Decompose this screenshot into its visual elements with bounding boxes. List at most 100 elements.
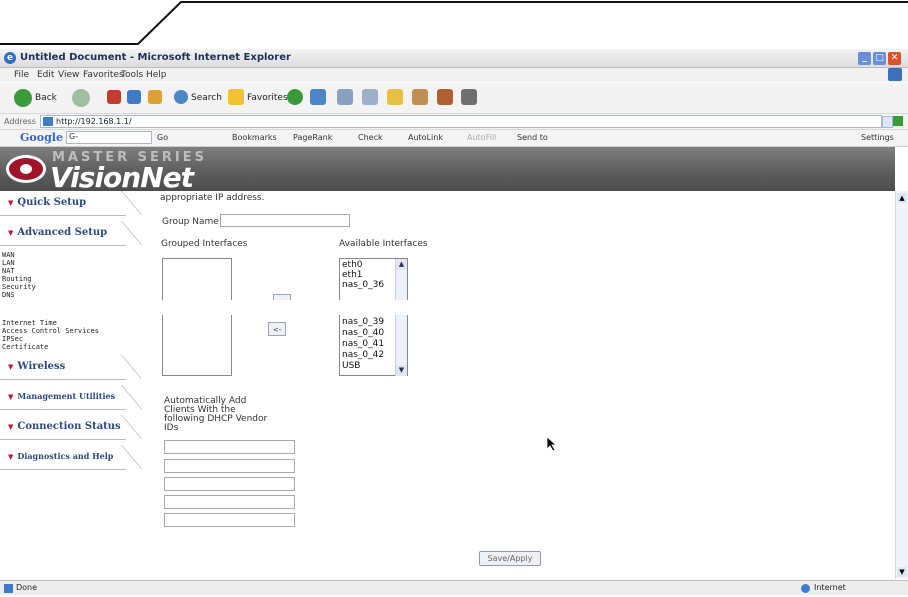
sidebar-connection-status[interactable]: ▼ Connection Status: [0, 415, 126, 440]
menu-help[interactable]: Help: [146, 70, 167, 80]
arrow-icon: ▼: [8, 362, 14, 371]
check-button[interactable]: Check: [358, 133, 383, 142]
scroll-down-icon[interactable]: ▼: [897, 567, 907, 577]
pagerank-button[interactable]: PageRank: [293, 133, 332, 142]
menu-file[interactable]: File: [14, 70, 29, 80]
grouped-interfaces-list[interactable]: [162, 258, 232, 300]
brand-name: VisionNet: [50, 161, 194, 194]
google-logo: Google: [20, 131, 63, 144]
interface-option[interactable]: nas_0_39: [342, 317, 384, 327]
grouped-interfaces-list-lower[interactable]: [162, 315, 232, 376]
sidebar-item-nat[interactable]: NAT: [2, 267, 15, 275]
page-scrollbar[interactable]: ▲ ▼: [895, 191, 908, 579]
refresh-icon[interactable]: [127, 90, 141, 104]
sidebar-advanced-setup[interactable]: ▼ Advanced Setup: [0, 221, 126, 246]
vendor-id-input-2[interactable]: [164, 459, 295, 473]
windows-flag-icon: [888, 68, 902, 81]
interface-option[interactable]: nas_0_41: [342, 339, 384, 349]
edit-icon[interactable]: [362, 89, 378, 105]
interface-option[interactable]: nas_0_42: [342, 350, 384, 360]
google-search-input[interactable]: G-: [66, 131, 152, 144]
search-button[interactable]: Search: [191, 93, 222, 103]
arrow-icon: ▼: [8, 392, 14, 401]
search-icon[interactable]: [174, 90, 188, 104]
research-icon[interactable]: [437, 89, 453, 105]
advanced-setup-text: Advanced Setup: [17, 227, 108, 238]
group-name-input[interactable]: [220, 214, 350, 227]
sidebar-item-certificate[interactable]: Certificate: [2, 343, 48, 351]
sidebar-advanced-setup-label: ▼ Advanced Setup: [8, 227, 107, 238]
vendor-id-input-4[interactable]: [164, 495, 295, 509]
internet-zone-icon: [801, 584, 810, 593]
interface-option[interactable]: nas_0_40: [342, 328, 384, 338]
sidebar-item-ipsec[interactable]: IPSec: [2, 335, 23, 343]
main-content-lower: <- nas_0_39 nas_0_40 nas_0_41 nas_0_42 U…: [158, 315, 895, 579]
bookmarks-button[interactable]: Bookmarks: [232, 133, 277, 142]
arrow-icon: ▼: [8, 198, 14, 207]
menu-favorites[interactable]: Favorites: [83, 70, 124, 80]
interface-option[interactable]: nas_0_36: [342, 280, 384, 290]
autolink-button[interactable]: AutoLink: [408, 133, 443, 142]
window-title: Untitled Document - Microsoft Internet E…: [20, 52, 291, 63]
vendor-id-input-3[interactable]: [164, 477, 295, 491]
autofill-button[interactable]: AutoFill: [467, 133, 496, 142]
sidebar-item-security[interactable]: Security: [2, 283, 36, 291]
available-interfaces-list-lower[interactable]: nas_0_39 nas_0_40 nas_0_41 nas_0_42 USB …: [339, 315, 408, 376]
address-input[interactable]: http://192.168.1.1/: [40, 115, 882, 128]
page-done-icon: [4, 584, 13, 593]
forward-arrow-icon[interactable]: [72, 89, 90, 107]
mail-icon[interactable]: [310, 89, 326, 105]
sidebar-item-dns[interactable]: DNS: [2, 291, 15, 297]
sidebar-wireless[interactable]: ▼ Wireless: [0, 355, 126, 380]
sidebar-item-internet-time[interactable]: Internet Time: [2, 319, 57, 327]
sidebar-wireless-label: ▼ Wireless: [8, 361, 65, 372]
save-apply-button[interactable]: Save/Apply: [479, 551, 541, 566]
vendor-id-input-1[interactable]: [164, 440, 295, 454]
address-dropdown-icon[interactable]: [882, 116, 893, 128]
favorites-button[interactable]: Favorites: [247, 93, 288, 103]
vendor-id-input-5[interactable]: [164, 513, 295, 527]
go-arrow-icon[interactable]: [893, 116, 903, 126]
sidebar-item-lan[interactable]: LAN: [2, 259, 15, 267]
sidebar-item-routing[interactable]: Routing: [2, 275, 32, 283]
maximize-icon[interactable]: □: [873, 52, 886, 65]
scroll-up-icon[interactable]: ▲: [396, 259, 407, 270]
router-header: MASTER SERIES VisionNet: [0, 147, 895, 194]
scroll-up-icon[interactable]: ▲: [897, 193, 907, 203]
google-go-button[interactable]: Go: [157, 133, 168, 142]
sidebar-item-wan[interactable]: WAN: [2, 251, 15, 259]
send-to-button[interactable]: Send to: [517, 133, 548, 142]
sidebar-management-label: ▼ Management Utilities: [8, 391, 115, 401]
eye-logo-icon: [6, 155, 46, 183]
stop-icon[interactable]: [107, 90, 121, 104]
move-left-button[interactable]: <-: [268, 322, 286, 336]
sidebar-quick-setup[interactable]: ▼ Quick Setup: [0, 191, 126, 216]
home-icon[interactable]: [148, 90, 162, 104]
page-decoration: [0, 0, 908, 48]
history-icon[interactable]: [287, 89, 303, 105]
menu-tools[interactable]: Tools: [121, 70, 143, 80]
folder-icon[interactable]: [387, 89, 403, 105]
sidebar-item-access-control[interactable]: Access Control Services: [2, 327, 99, 335]
intro-text: appropriate IP address.: [160, 193, 265, 203]
sidebar-diagnostics-help[interactable]: ▼ Diagnostics and Help: [0, 445, 126, 470]
messenger-icon[interactable]: [412, 89, 428, 105]
sidebar-management-utilities[interactable]: ▼ Management Utilities: [0, 385, 126, 410]
media-icon[interactable]: [461, 89, 477, 105]
interface-option[interactable]: eth0: [342, 260, 363, 270]
print-icon[interactable]: [337, 89, 353, 105]
settings-button[interactable]: Settings: [861, 133, 894, 142]
back-arrow-icon[interactable]: [14, 89, 32, 107]
interface-option[interactable]: USB: [342, 361, 360, 371]
scroll-down-icon[interactable]: ▼: [396, 365, 407, 376]
menu-view[interactable]: View: [58, 70, 79, 80]
menu-edit[interactable]: Edit: [37, 70, 54, 80]
available-interfaces-list[interactable]: eth0 eth1 nas_0_36 ▲: [339, 258, 408, 301]
back-button[interactable]: Back: [35, 93, 57, 103]
close-icon[interactable]: ✕: [888, 52, 901, 65]
minimize-icon[interactable]: _: [858, 52, 871, 65]
list-scrollbar[interactable]: ▼: [395, 315, 407, 376]
interface-option[interactable]: eth1: [342, 270, 363, 280]
favorites-star-icon[interactable]: [228, 89, 244, 105]
list-scrollbar[interactable]: ▲: [395, 259, 407, 301]
